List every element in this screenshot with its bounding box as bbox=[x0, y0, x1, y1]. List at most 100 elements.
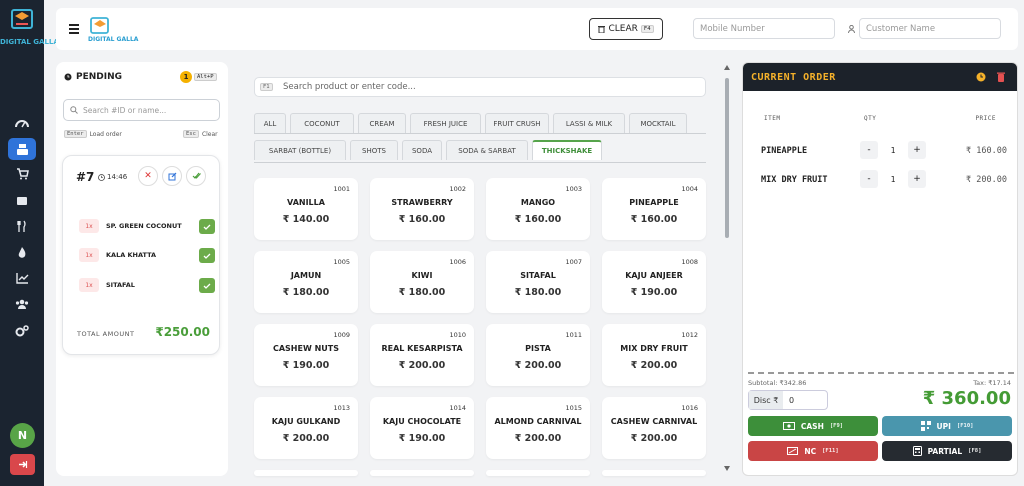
product-code: 1010 bbox=[449, 331, 466, 339]
product-card[interactable]: 1011 PISTA ₹ 200.00 bbox=[486, 324, 590, 386]
item-check-button[interactable] bbox=[199, 219, 215, 234]
tab-cream[interactable]: CREAM bbox=[358, 113, 406, 133]
product-card[interactable]: 1001 VANILLA ₹ 140.00 bbox=[254, 178, 358, 240]
product-name: ALMOND CARNIVAL bbox=[494, 417, 582, 426]
nav-reports-chart-icon[interactable] bbox=[8, 267, 36, 289]
product-card[interactable]: 1006 KIWI ₹ 180.00 bbox=[370, 251, 474, 313]
tab-all[interactable]: ALL bbox=[254, 113, 286, 133]
check-icon bbox=[203, 253, 211, 259]
tab-thickshake[interactable]: THICKSHAKE bbox=[532, 140, 602, 160]
nav-users-icon[interactable] bbox=[8, 293, 36, 315]
check-icon bbox=[203, 283, 211, 289]
clear-button[interactable]: CLEAR F4 bbox=[589, 18, 663, 40]
item-check-button[interactable] bbox=[199, 278, 215, 293]
qty-decrease-button[interactable]: - bbox=[860, 141, 878, 159]
product-search-input[interactable]: F1 Search product or enter code... bbox=[254, 77, 706, 97]
order-line-name: MIX DRY FRUIT bbox=[761, 175, 828, 185]
product-price: ₹ 200.00 bbox=[514, 360, 562, 371]
item-name: SITAFAL bbox=[106, 281, 135, 289]
pending-search-placeholder: Search #ID or name... bbox=[83, 105, 167, 115]
product-card[interactable]: 1012 MIX DRY FRUIT ₹ 200.00 bbox=[602, 324, 706, 386]
product-card[interactable]: 1009 CASHEW NUTS ₹ 190.00 bbox=[254, 324, 358, 386]
nav-pos-icon[interactable] bbox=[8, 138, 36, 160]
products-scroll-thumb[interactable] bbox=[725, 78, 729, 238]
product-code: 1006 bbox=[449, 258, 466, 266]
product-card-partial[interactable] bbox=[370, 470, 474, 476]
pay-label: UPI bbox=[936, 421, 951, 431]
item-name: KALA KHATTA bbox=[106, 251, 157, 259]
nav-settings-gears-icon[interactable] bbox=[8, 320, 36, 342]
product-card[interactable]: 1003 MANGO ₹ 160.00 bbox=[486, 178, 590, 240]
pay-upi-button[interactable]: UPI [F10] bbox=[882, 416, 1012, 436]
item-check-button[interactable] bbox=[199, 248, 215, 263]
product-card[interactable]: 1013 KAJU GULKAND ₹ 200.00 bbox=[254, 397, 358, 459]
user-avatar[interactable]: N bbox=[10, 423, 35, 448]
pay-label: PARTIAL bbox=[927, 446, 963, 456]
grand-total: ₹ 360.00 bbox=[922, 388, 1011, 409]
product-card[interactable]: 1005 JAMUN ₹ 180.00 bbox=[254, 251, 358, 313]
tab-soda-sarbat[interactable]: SODA & SARBAT bbox=[446, 140, 528, 160]
qty-value[interactable]: 1 bbox=[878, 146, 908, 155]
product-card[interactable]: 1008 KAJU ANJEER ₹ 190.00 bbox=[602, 251, 706, 313]
scroll-up-icon[interactable] bbox=[724, 65, 730, 70]
product-card-partial[interactable] bbox=[486, 470, 590, 476]
pending-search-input[interactable]: Search #ID or name... bbox=[63, 99, 220, 121]
mobile-number-input[interactable]: Mobile Number bbox=[693, 18, 835, 39]
product-card[interactable]: 1016 CASHEW CARNIVAL ₹ 200.00 bbox=[602, 397, 706, 459]
pay-shortcut: [F10] bbox=[956, 423, 974, 429]
delete-order-button[interactable]: ✕ bbox=[138, 166, 158, 186]
nav-cart-icon[interactable] bbox=[8, 163, 36, 185]
qty-increase-button[interactable]: + bbox=[908, 170, 926, 188]
edit-order-button[interactable] bbox=[162, 166, 182, 186]
pending-header: PENDING bbox=[64, 72, 122, 82]
history-clock-icon[interactable] bbox=[976, 72, 986, 82]
pending-order-card[interactable]: #7 14:46 ✕ 1x SP. GREEN COCONUT 1x KALA … bbox=[62, 155, 220, 355]
tab-soda[interactable]: SODA bbox=[402, 140, 442, 160]
product-name: SITAFAL bbox=[520, 271, 556, 280]
product-card[interactable]: 1015 ALMOND CARNIVAL ₹ 200.00 bbox=[486, 397, 590, 459]
pay-nc-button[interactable]: NC [F11] bbox=[748, 441, 878, 461]
logout-button[interactable] bbox=[10, 454, 35, 475]
tab-coconut[interactable]: COCONUT bbox=[290, 113, 354, 133]
nav-menu-utensils-icon[interactable] bbox=[8, 215, 36, 237]
product-card-partial[interactable] bbox=[602, 470, 706, 476]
qty-decrease-button[interactable]: - bbox=[860, 170, 878, 188]
customer-name-input[interactable]: Customer Name bbox=[859, 18, 1001, 39]
cash-icon bbox=[782, 422, 795, 430]
current-order-header: CURRENT ORDER bbox=[743, 63, 1017, 91]
product-card[interactable]: 1010 REAL KESARPISTA ₹ 200.00 bbox=[370, 324, 474, 386]
complete-order-button[interactable] bbox=[186, 166, 206, 186]
pay-partial-button[interactable]: PARTIAL [F8] bbox=[882, 441, 1012, 461]
product-card-partial[interactable] bbox=[254, 470, 358, 476]
product-card[interactable]: 1007 SITAFAL ₹ 180.00 bbox=[486, 251, 590, 313]
clock-icon bbox=[64, 73, 72, 81]
nav-wallet-icon[interactable] bbox=[8, 189, 36, 211]
tab-lassi-milk[interactable]: LASSI & MILK bbox=[553, 113, 625, 133]
scroll-down-icon[interactable] bbox=[724, 466, 730, 471]
pending-shortcut: Alt+P bbox=[194, 73, 217, 81]
pay-label: CASH bbox=[800, 421, 824, 431]
qr-code-icon bbox=[920, 421, 931, 431]
nav-fire-icon[interactable] bbox=[8, 241, 36, 263]
tab-fresh-juice[interactable]: FRESH JUICE bbox=[410, 113, 481, 133]
tab-mocktail[interactable]: MOCKTAIL bbox=[629, 113, 687, 133]
qty-increase-button[interactable]: + bbox=[908, 141, 926, 159]
header-brand-name: DIGITAL GALLA bbox=[88, 36, 139, 43]
trash-icon[interactable] bbox=[996, 71, 1006, 82]
item-qty-badge: 1x bbox=[79, 278, 99, 292]
tab-fruit-crush[interactable]: FRUIT CRUSH bbox=[485, 113, 549, 133]
qty-value[interactable]: 1 bbox=[878, 175, 908, 184]
tab-sarbat-bottle[interactable]: SARBAT (BOTTLE) bbox=[254, 140, 346, 160]
product-name: JAMUN bbox=[290, 271, 322, 280]
product-code: 1005 bbox=[333, 258, 350, 266]
product-card[interactable]: 1004 PINEAPPLE ₹ 160.00 bbox=[602, 178, 706, 240]
product-card[interactable]: 1002 STRAWBERRY ₹ 160.00 bbox=[370, 178, 474, 240]
discount-input[interactable]: Disc ₹ 0 bbox=[748, 390, 828, 410]
nav-dashboard-icon[interactable] bbox=[8, 112, 36, 134]
product-card[interactable]: 1014 KAJU CHOCOLATE ₹ 190.00 bbox=[370, 397, 474, 459]
mobile-number-placeholder: Mobile Number bbox=[700, 23, 765, 34]
pay-label: NC bbox=[804, 446, 817, 456]
tab-shots[interactable]: SHOTS bbox=[350, 140, 398, 160]
menu-toggle-icon[interactable] bbox=[69, 24, 79, 36]
pay-cash-button[interactable]: CASH [F9] bbox=[748, 416, 878, 436]
